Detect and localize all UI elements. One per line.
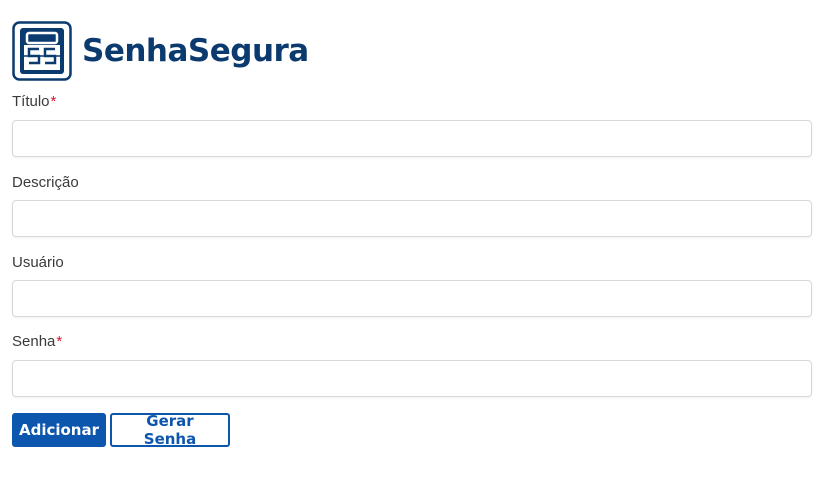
username-label: Usuário [12,254,64,272]
password-input[interactable] [12,360,812,397]
password-label-text: Senha [12,333,56,350]
add-button[interactable]: Adicionar [12,413,106,447]
description-label: Descrição [12,174,79,192]
password-label: Senha* [12,333,62,351]
generate-password-button[interactable]: Gerar Senha [110,412,230,448]
description-input[interactable] [12,200,812,237]
brand-name: SenhaSegura [82,33,309,69]
description-label-text: Descrição [12,174,79,191]
required-marker: * [56,333,63,350]
username-input[interactable] [12,280,812,317]
app-header: SenhaSegura [12,21,309,81]
password-safe-icon [12,21,72,81]
username-label-text: Usuário [12,254,64,271]
page: SenhaSegura Título* Descrição Usuário Se… [0,0,824,477]
title-label: Título* [12,93,56,111]
title-label-text: Título [12,93,50,110]
required-marker: * [50,93,57,110]
title-input[interactable] [12,120,812,157]
